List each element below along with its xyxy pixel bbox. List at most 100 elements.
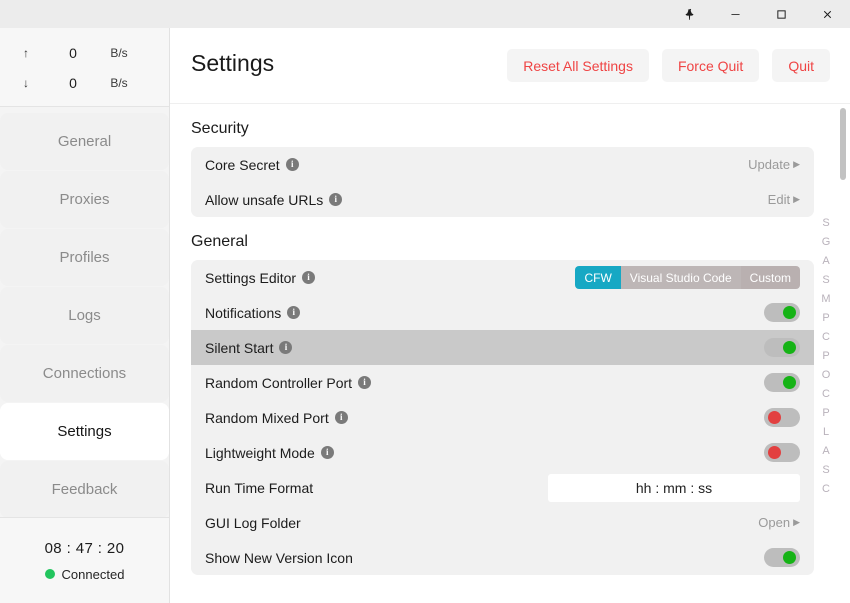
- row-label: Allow unsafe URLs i: [205, 192, 343, 208]
- open-link[interactable]: Open ▶: [758, 515, 800, 530]
- segment-custom[interactable]: Custom: [740, 266, 800, 289]
- sidebar-item-connections[interactable]: Connections: [0, 345, 169, 402]
- row-title: GUI Log Folder: [205, 514, 301, 531]
- edit-link[interactable]: Edit ▶: [768, 192, 800, 207]
- row-notifications[interactable]: Notifications i: [191, 295, 814, 330]
- general-card: Settings Editor i CFW Visual Studio Code…: [191, 260, 814, 575]
- download-unit: B/s: [110, 76, 128, 90]
- row-control: [764, 303, 800, 322]
- pin-icon[interactable]: [666, 0, 712, 28]
- index-letter[interactable]: P: [822, 349, 829, 364]
- segment-cfw[interactable]: CFW: [575, 266, 621, 289]
- app-window: ↑ 0 B/s ↓ 0 B/s General Proxies Profiles…: [0, 0, 850, 603]
- edit-link-label: Edit: [767, 192, 791, 207]
- window-titlebar: [0, 0, 850, 28]
- traffic-meter: ↑ 0 B/s ↓ 0 B/s: [0, 28, 169, 107]
- settings-content: Security Core Secret i Update ▶ Allow un…: [170, 104, 850, 603]
- row-allow-unsafe-urls[interactable]: Allow unsafe URLs i Edit ▶: [191, 182, 814, 217]
- row-title: Silent Start: [205, 339, 274, 356]
- index-letter[interactable]: A: [822, 254, 829, 269]
- index-letter[interactable]: O: [822, 368, 831, 383]
- close-icon[interactable]: [804, 0, 850, 28]
- content-scrollbar-track[interactable]: [840, 108, 846, 598]
- quit-button[interactable]: Quit: [772, 49, 830, 82]
- chevron-right-icon: ▶: [793, 159, 800, 169]
- row-control: [764, 373, 800, 392]
- chevron-right-icon: ▶: [793, 517, 800, 527]
- info-icon[interactable]: i: [358, 376, 372, 389]
- index-letter[interactable]: M: [821, 292, 830, 307]
- sidebar-item-general[interactable]: General: [0, 113, 169, 170]
- segment-visual-studio-code[interactable]: Visual Studio Code: [620, 266, 741, 289]
- info-icon[interactable]: i: [329, 193, 343, 206]
- index-letter[interactable]: A: [822, 444, 829, 459]
- row-label: Lightweight Mode i: [205, 445, 334, 461]
- status-panel: 08 : 47 : 20 Connected: [0, 517, 169, 603]
- sidebar-item-logs[interactable]: Logs: [0, 287, 169, 344]
- reset-all-settings-button[interactable]: Reset All Settings: [507, 49, 649, 82]
- minimize-icon[interactable]: [712, 0, 758, 28]
- row-label: Random Controller Port i: [205, 374, 372, 391]
- row-core-secret[interactable]: Core Secret i Update ▶: [191, 147, 814, 182]
- section-title-security: Security: [191, 120, 249, 137]
- row-control: Update ▶: [748, 157, 800, 172]
- row-silent-start[interactable]: Silent Start i: [191, 330, 814, 365]
- row-title: Settings Editor: [205, 269, 297, 286]
- index-letter[interactable]: P: [822, 311, 829, 326]
- index-letter[interactable]: C: [822, 387, 830, 402]
- row-label: Core Secret i: [205, 157, 299, 173]
- force-quit-button[interactable]: Force Quit: [661, 49, 760, 82]
- info-icon[interactable]: i: [279, 341, 293, 354]
- info-icon[interactable]: i: [320, 446, 334, 459]
- uptime-clock: 08 : 47 : 20: [44, 539, 125, 557]
- index-letter[interactable]: P: [822, 406, 829, 421]
- index-letter[interactable]: C: [822, 330, 830, 345]
- section-index-rail: S G A S M P C P O C P L A S C: [818, 216, 834, 497]
- row-gui-log-folder[interactable]: GUI Log Folder Open ▶: [191, 505, 814, 540]
- sidebar-item-profiles[interactable]: Profiles: [0, 229, 169, 286]
- row-control: CFW Visual Studio Code Custom: [575, 266, 800, 289]
- row-settings-editor[interactable]: Settings Editor i CFW Visual Studio Code…: [191, 260, 814, 295]
- show-new-version-icon-toggle[interactable]: [764, 548, 800, 567]
- row-run-time-format[interactable]: Run Time Format: [191, 470, 814, 505]
- index-letter[interactable]: G: [822, 235, 831, 250]
- row-control: [548, 473, 800, 502]
- maximize-icon[interactable]: [758, 0, 804, 28]
- row-random-mixed-port[interactable]: Random Mixed Port i: [191, 400, 814, 435]
- index-letter[interactable]: S: [822, 216, 829, 231]
- sidebar-item-feedback[interactable]: Feedback: [0, 461, 169, 518]
- row-label: Random Mixed Port i: [205, 410, 348, 426]
- sidebar-item-label: Logs: [68, 307, 101, 324]
- index-letter[interactable]: C: [822, 482, 830, 497]
- toggle-knob: [783, 376, 796, 389]
- row-control: [764, 408, 800, 427]
- index-letter[interactable]: S: [822, 273, 829, 288]
- page-header: Settings Reset All Settings Force Quit Q…: [170, 28, 850, 104]
- row-title: Lightweight Mode: [205, 444, 315, 461]
- notifications-toggle[interactable]: [764, 303, 800, 322]
- row-title: Random Controller Port: [205, 374, 353, 391]
- row-lightweight-mode[interactable]: Lightweight Mode i: [191, 435, 814, 470]
- run-time-format-input[interactable]: [548, 473, 800, 502]
- row-show-new-version-icon[interactable]: Show New Version Icon: [191, 540, 814, 575]
- random-mixed-port-toggle[interactable]: [764, 408, 800, 427]
- update-link[interactable]: Update ▶: [748, 157, 800, 172]
- lightweight-mode-toggle[interactable]: [764, 443, 800, 462]
- sidebar-item-label: Connections: [42, 365, 127, 382]
- info-icon[interactable]: i: [285, 158, 299, 171]
- sidebar-item-label: General: [57, 133, 112, 150]
- sidebar-item-settings[interactable]: Settings: [0, 403, 169, 460]
- row-random-controller-port[interactable]: Random Controller Port i: [191, 365, 814, 400]
- random-controller-port-toggle[interactable]: [764, 373, 800, 392]
- sidebar-item-proxies[interactable]: Proxies: [0, 171, 169, 228]
- row-title: Show New Version Icon: [205, 549, 353, 566]
- content-scrollbar-thumb[interactable]: [840, 108, 846, 180]
- info-icon[interactable]: i: [302, 271, 316, 284]
- index-letter[interactable]: S: [822, 463, 829, 478]
- info-icon[interactable]: i: [287, 306, 301, 319]
- toggle-knob: [783, 551, 796, 564]
- silent-start-toggle[interactable]: [764, 338, 800, 357]
- index-letter[interactable]: L: [823, 425, 829, 440]
- row-label: Run Time Format: [205, 480, 313, 496]
- info-icon[interactable]: i: [334, 411, 348, 424]
